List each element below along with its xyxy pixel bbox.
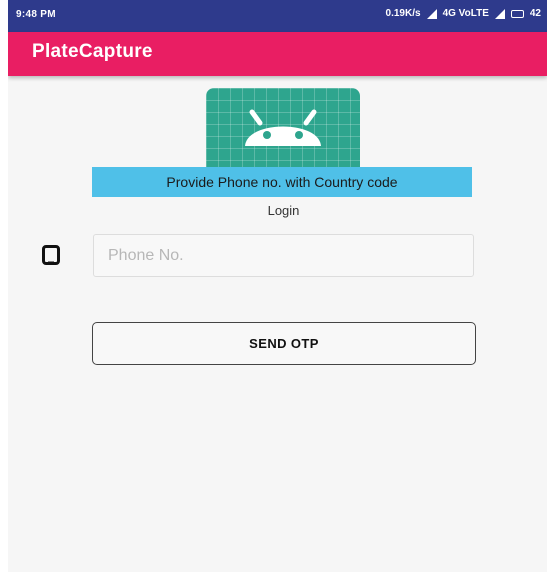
send-otp-button[interactable]: SEND OTP xyxy=(92,322,476,365)
info-banner: Provide Phone no. with Country code xyxy=(92,167,472,197)
battery-icon xyxy=(510,9,524,18)
app-screen: 9:48 PM 0.19K/s 4G VoLTE 42 PlateCapture… xyxy=(8,0,547,572)
smartphone-icon xyxy=(42,245,60,265)
app-bar: PlateCapture xyxy=(8,32,547,76)
signal-icon-2 xyxy=(494,8,505,19)
phone-number-input[interactable] xyxy=(93,234,474,277)
status-bar: 9:48 PM 0.19K/s 4G VoLTE 42 xyxy=(8,0,547,32)
battery-level: 42 xyxy=(529,8,541,19)
app-title: PlateCapture xyxy=(32,41,153,62)
network-speed: 0.19K/s xyxy=(385,8,421,19)
signal-icon xyxy=(426,8,437,19)
android-icon xyxy=(245,109,321,146)
network-type: 4G VoLTE xyxy=(442,8,489,19)
status-indicators: 0.19K/s 4G VoLTE 42 xyxy=(386,8,541,19)
status-time: 9:48 PM xyxy=(16,9,56,20)
login-label: Login xyxy=(267,203,300,218)
